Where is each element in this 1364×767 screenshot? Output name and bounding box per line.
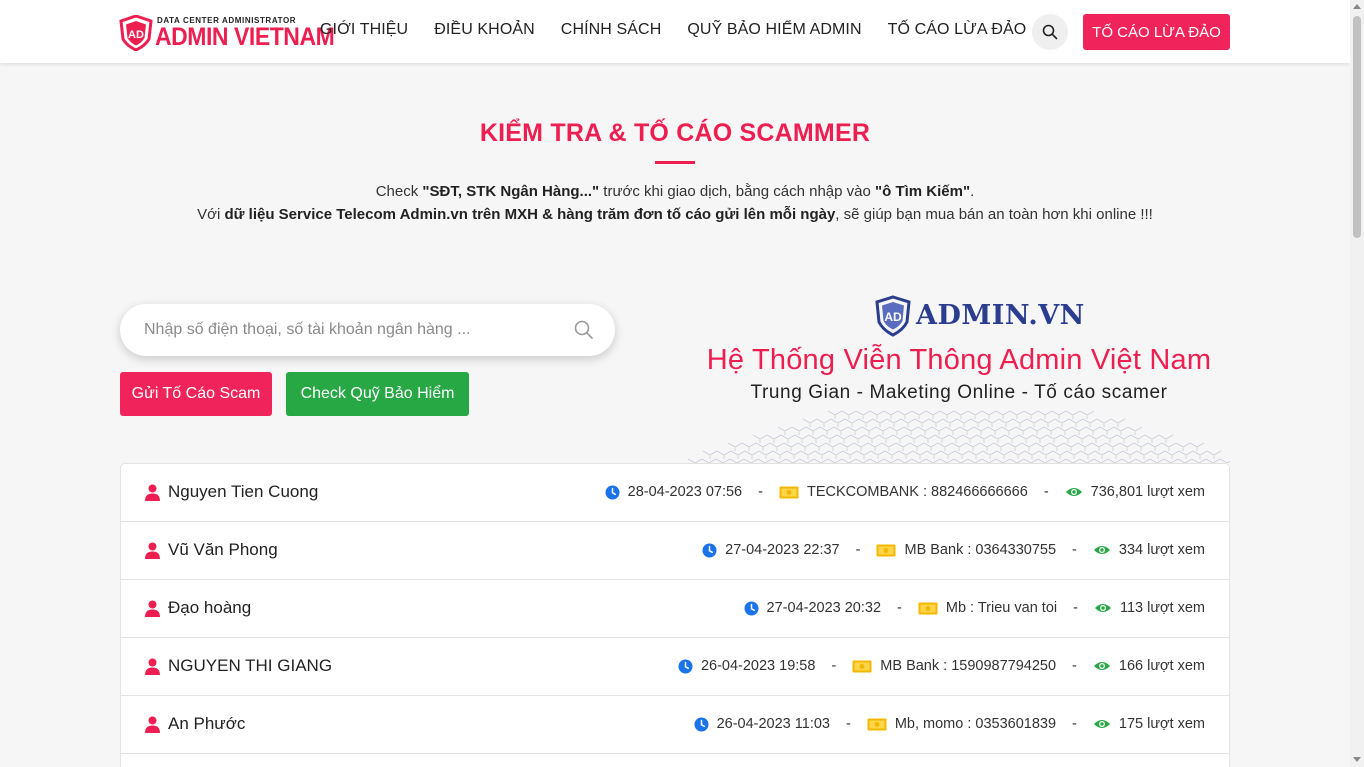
separator: - bbox=[1072, 542, 1077, 558]
page-title: KIỂM TRA & TỐ CÁO SCAMMER bbox=[479, 119, 871, 147]
report-date: 27-04-2023 22:37 bbox=[725, 542, 840, 558]
report-account: Mb, momo : 0353601839 bbox=[894, 716, 1057, 732]
clock-icon bbox=[605, 485, 620, 499]
user-icon bbox=[145, 484, 160, 501]
report-meta: 27-04-2023 20:32 - Mb : Trieu van toi - … bbox=[744, 600, 1205, 616]
reported-name[interactable]: Nguyen Tien Cuong bbox=[168, 482, 318, 502]
report-views: 736,801 lượt xem bbox=[1090, 484, 1205, 500]
check-fund-button[interactable]: Check Quỹ Bảo Hiểm bbox=[286, 372, 469, 416]
banner-subtitle: Trung Gian - Maketing Online - Tố cáo sc… bbox=[750, 382, 1168, 403]
separator: - bbox=[1043, 484, 1049, 500]
report-account: MB Bank : 1590987794250 bbox=[880, 658, 1057, 674]
search-icon[interactable] bbox=[573, 319, 595, 341]
shield-logo-icon: AD bbox=[119, 15, 153, 51]
clock-icon bbox=[744, 601, 759, 615]
report-account: MB Bank : 0364330755 bbox=[904, 542, 1057, 558]
eye-icon bbox=[1094, 604, 1111, 612]
network-graphic bbox=[688, 410, 1230, 463]
report-date: 26-04-2023 11:03 bbox=[716, 716, 830, 732]
banner-title: Hệ Thống Viễn Thông Admin Việt Nam bbox=[706, 344, 1212, 376]
clock-icon bbox=[678, 659, 693, 673]
report-account: Mb : Trieu van toi bbox=[945, 600, 1058, 616]
money-icon bbox=[918, 602, 938, 614]
hero-description-2: Với dữ liệu Service Telecom Admin.vn trê… bbox=[197, 206, 1153, 223]
report-meta: 26-04-2023 19:58 - MB Bank : 15909877942… bbox=[678, 658, 1205, 674]
shield-logo-icon: AD bbox=[875, 295, 911, 337]
separator: - bbox=[1073, 600, 1078, 616]
separator: - bbox=[758, 484, 763, 500]
reported-name[interactable]: NGUYEN THI GIANG bbox=[168, 656, 332, 676]
report-scam-button[interactable]: Gửi Tố Cáo Scam bbox=[120, 372, 272, 416]
reported-name[interactable]: An Phước bbox=[168, 714, 245, 734]
nav-item-to-cao[interactable]: TỐ CÁO LỪA ĐẢO bbox=[888, 21, 1027, 39]
reported-name[interactable]: Vũ Văn Phong bbox=[168, 540, 278, 560]
money-icon bbox=[779, 486, 799, 498]
eye-icon bbox=[1065, 488, 1082, 496]
report-date: 27-04-2023 20:32 bbox=[766, 600, 882, 616]
scroll-up-icon[interactable] bbox=[1353, 4, 1361, 9]
logo-title: ADMIN VIETNAM bbox=[155, 23, 335, 51]
eye-icon bbox=[1093, 546, 1110, 554]
separator: - bbox=[1072, 658, 1077, 674]
header-search-button[interactable] bbox=[1032, 14, 1068, 50]
eye-icon bbox=[1093, 720, 1110, 728]
money-icon bbox=[867, 718, 887, 730]
money-icon bbox=[876, 544, 896, 556]
hero-description-1: Check "SĐT, STK Ngân Hàng..." trước khi … bbox=[375, 183, 975, 200]
report-views: 166 lượt xem bbox=[1118, 658, 1205, 674]
search-input[interactable] bbox=[144, 319, 564, 341]
nav-item-chinh-sach[interactable]: CHÍNH SÁCH bbox=[561, 21, 662, 39]
header-report-button[interactable]: TỐ CÁO LỪA ĐẢO bbox=[1083, 14, 1230, 50]
nav-item-quy-bao-hiem[interactable]: QUỸ BẢO HIỂM ADMIN bbox=[687, 21, 861, 39]
user-icon bbox=[145, 600, 160, 617]
report-meta: 26-04-2023 11:03 - Mb, momo : 0353601839… bbox=[694, 716, 1205, 732]
user-icon bbox=[145, 716, 160, 733]
separator: - bbox=[897, 600, 902, 616]
eye-icon bbox=[1093, 662, 1110, 670]
reported-name[interactable]: Đạo hoàng bbox=[168, 598, 251, 618]
separator: - bbox=[1072, 716, 1077, 732]
report-meta: 27-04-2023 22:37 - MB Bank : 0364330755 … bbox=[702, 542, 1205, 558]
list-item[interactable]: NGUYEN THI GIANG 26-04-2023 19:58 - MB B… bbox=[121, 638, 1229, 696]
report-views: 113 lượt xem bbox=[1119, 600, 1205, 616]
user-icon bbox=[145, 658, 160, 675]
scam-report-list: Nguyen Tien Cuong 28-04-2023 07:56 - TEC… bbox=[120, 463, 1230, 767]
list-item[interactable]: Đạo hoàng 27-04-2023 20:32 - Mb : Trieu … bbox=[121, 580, 1229, 638]
report-views: 175 lượt xem bbox=[1118, 716, 1205, 732]
scroll-down-icon[interactable] bbox=[1353, 757, 1361, 762]
separator: - bbox=[845, 716, 851, 732]
scrollbar[interactable] bbox=[1350, 0, 1364, 767]
svg-text:AD: AD bbox=[884, 310, 902, 324]
svg-text:AD: AD bbox=[128, 29, 144, 41]
report-date: 28-04-2023 07:56 bbox=[627, 484, 743, 500]
user-icon bbox=[145, 542, 160, 559]
search-box bbox=[120, 304, 615, 356]
list-item[interactable]: Nguyen Tien Cuong 28-04-2023 07:56 - TEC… bbox=[121, 464, 1229, 522]
search-icon bbox=[1042, 24, 1058, 40]
clock-icon bbox=[702, 543, 717, 557]
list-item[interactable]: Vũ Văn Phong 27-04-2023 22:37 - MB Bank … bbox=[121, 522, 1229, 580]
site-logo[interactable]: AD DATA CENTER ADMINISTRATOR ADMIN VIETN… bbox=[119, 14, 335, 52]
main-nav: GIỚI THIỆU ĐIỀU KHOẢN CHÍNH SÁCH QUỸ BẢO… bbox=[320, 21, 1052, 39]
scroll-thumb[interactable] bbox=[1353, 16, 1361, 238]
separator: - bbox=[831, 658, 837, 674]
list-item[interactable]: An Phước 26-04-2023 11:03 - Mb, momo : 0… bbox=[121, 696, 1229, 754]
nav-item-dieu-khoan[interactable]: ĐIỀU KHOẢN bbox=[434, 21, 535, 39]
title-divider bbox=[655, 161, 695, 164]
nav-item-gioi-thieu[interactable]: GIỚI THIỆU bbox=[320, 21, 408, 39]
report-meta: 28-04-2023 07:56 - TECKCOMBANK : 8824666… bbox=[605, 484, 1205, 500]
banner-brand-text: ADMIN.VN bbox=[916, 300, 1085, 331]
site-header: AD DATA CENTER ADMINISTRATOR ADMIN VIETN… bbox=[0, 0, 1350, 63]
promo-banner: AD ADMIN.VN Hệ Thống Viễn Thông Admin Vi… bbox=[688, 288, 1230, 463]
clock-icon bbox=[694, 717, 709, 731]
report-date: 26-04-2023 19:58 bbox=[700, 658, 816, 674]
report-account: TECKCOMBANK : 882466666666 bbox=[806, 484, 1028, 500]
money-icon bbox=[852, 660, 872, 672]
separator: - bbox=[855, 542, 861, 558]
report-views: 334 lượt xem bbox=[1118, 542, 1205, 558]
